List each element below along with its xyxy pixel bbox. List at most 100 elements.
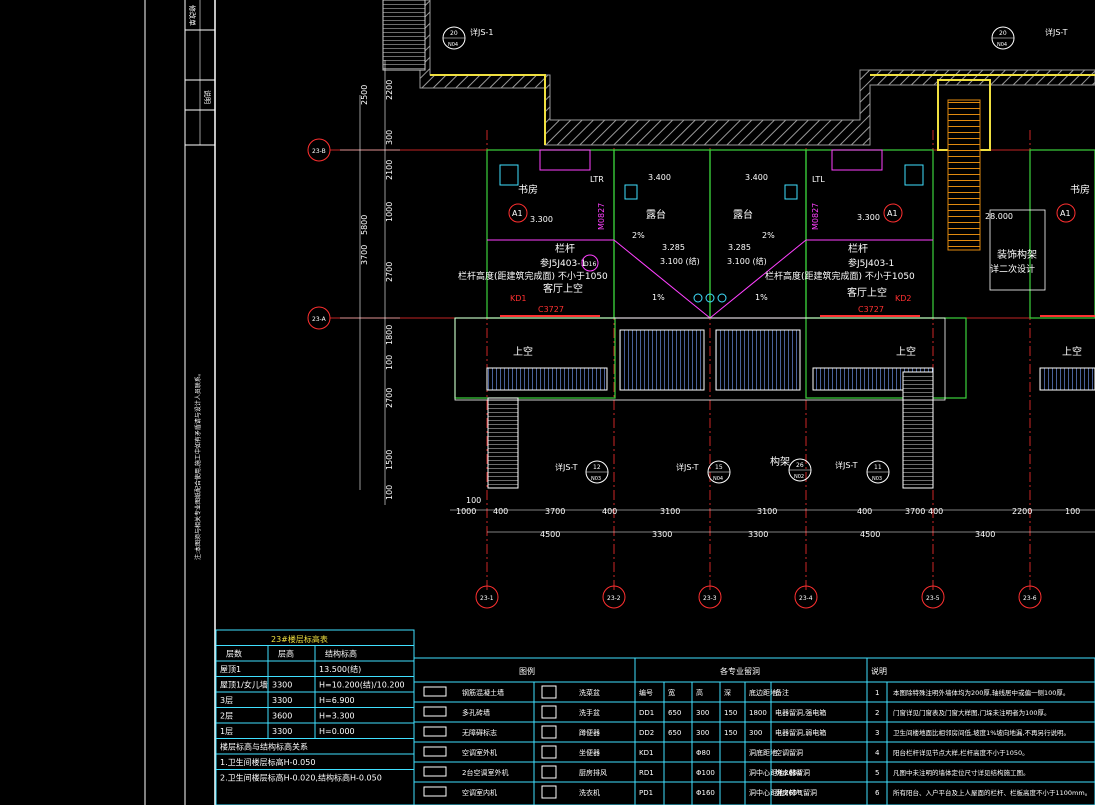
floor-table-cell: H=0.000 <box>319 727 355 736</box>
dim-left-label: 300 <box>385 130 394 145</box>
svg-text:1%: 1% <box>755 293 768 302</box>
floor-table-cell: 屋顶1 <box>220 665 241 674</box>
svg-text:3.400: 3.400 <box>648 173 671 182</box>
floor-table-header: 层高 <box>278 649 294 659</box>
svg-text:3.300: 3.300 <box>857 213 880 222</box>
svg-text:3.400: 3.400 <box>745 173 768 182</box>
legend-item: 坐便器 <box>579 748 600 757</box>
svg-text:2%: 2% <box>762 231 775 240</box>
note-number: 3 <box>875 729 879 737</box>
hole-table-cell: 300 <box>696 709 709 717</box>
deco-note: 详二次设计 <box>990 263 1035 275</box>
dim-left-label: 3700 <box>360 245 369 265</box>
dims-bottom-1: 1001000 400 3700 400 3100 3100 400 3700 400 2200 1… <box>456 496 1080 516</box>
hole-table-cell: Φ160 <box>696 789 715 797</box>
section-bubble-number: 15 <box>715 464 723 471</box>
section-bubble-sheet: N03 <box>591 476 601 482</box>
svg-text:详JS-T: 详JS-T <box>676 462 699 472</box>
floor-table-note: 1.卫生间楼层标高H-0.050 <box>220 757 315 767</box>
hole-table-cell: 300 <box>749 729 762 737</box>
dim-total-label: 3300 <box>748 530 768 539</box>
railing-left: 栏杆 <box>555 242 575 255</box>
hole-table-header: 深 <box>724 688 731 697</box>
section-bubble-sheet: N04 <box>997 42 1007 48</box>
tag-js-1: 详JS-1 <box>470 27 493 37</box>
svg-text:3.285: 3.285 <box>728 243 751 252</box>
dim-bottom-label: 3700 <box>905 507 925 516</box>
note-text: 凡图中未注明的墙体定位尺寸详见结构施工图。 <box>893 768 1030 777</box>
hole-table-cell: DD1 <box>639 709 654 717</box>
floor-table: 23#楼层标高表层数 层高 结构标高屋顶1 13.500(结) 屋顶1/女儿墙 3300 H… <box>215 629 415 805</box>
section-bubble-sheet: N04 <box>713 476 723 482</box>
floor-table-cell: 3层 <box>220 696 233 705</box>
hole-table-cell: DD2 <box>639 729 654 737</box>
note-text: 门窗详见门窗表及门窗大样图,门垛未注明者为100厚。 <box>893 708 1050 717</box>
frame-label: 构架 <box>770 455 790 468</box>
row-bubble-label: 23-A <box>312 316 327 323</box>
tag-kd1: KD1 <box>510 294 527 303</box>
room-void-far: 上空 <box>1062 345 1082 358</box>
dim-bottom-label: 1000 <box>456 507 476 516</box>
hole-table-cell: 1800 <box>749 709 767 717</box>
legend-item: 2台空调室外机 <box>462 768 508 777</box>
legend-symbol <box>541 745 557 759</box>
floor-table-cell: 3300 <box>272 681 292 690</box>
hole-table: 各专业留洞编号 宽 高 深 底边距地备注 DD1 650 300 150 1800 电器留洞,强电箱… <box>634 657 868 805</box>
stair-orange <box>947 99 981 251</box>
dim-left-label: 1500 <box>385 450 394 470</box>
deco-frame: 装饰构架 <box>997 248 1037 261</box>
floor-table-cell: 2层 <box>220 712 233 721</box>
tag-m2: M0827 <box>811 203 820 230</box>
hole-table-header: 底边距地 <box>749 688 777 697</box>
hole-table-cell: 650 <box>668 729 681 737</box>
hole-table-cell: 热水器留洞 <box>775 768 810 777</box>
floor-table-cell: 1层 <box>220 727 233 736</box>
note-text: 所有阳台、入户平台及上人屋面的栏杆、栏板高度不小于1100mm。 <box>893 788 1091 797</box>
hole-table-header: 高 <box>696 688 703 697</box>
axis-bubble-label: 23-5 <box>926 595 940 602</box>
legend-item: 洗菜盆 <box>579 688 600 697</box>
legend-item: 无障碍标志 <box>462 728 497 737</box>
tag-ltl: LTL <box>812 175 825 184</box>
notes-table: 说明 1 本图除特殊注明外墙体均为200厚,轴线居中或偏一侧100厚。 2 门窗详见门窗… <box>866 657 1095 805</box>
section-bubble-sheet: N02 <box>794 474 804 480</box>
notes-title: 说明 <box>871 666 887 676</box>
hole-table-cell: 厨房排气留洞 <box>775 788 817 797</box>
tag-a1: A1 <box>512 209 523 218</box>
hole-table-cell: RD1 <box>639 769 654 777</box>
dim-bottom-label: 400 <box>857 507 872 516</box>
dim-bottom-label: 3100 <box>757 507 777 516</box>
row-bubble-label: 23-B <box>312 148 326 155</box>
dims-left: 2500 2200 300 2100 1000 5800 3700 2700 1800 100 27… <box>360 80 394 500</box>
railing-note-right: 栏杆高度(距建筑完成面) 不小于1050 <box>765 270 915 282</box>
hole-table-cell: Φ80 <box>696 749 710 757</box>
hole-table-cell: PD1 <box>639 789 653 797</box>
tag-m1: M0827 <box>597 203 606 230</box>
axis-bubble-label: 23-6 <box>1023 595 1037 602</box>
room-void-right: 上空 <box>896 345 916 358</box>
legend-swatch <box>423 786 447 797</box>
hole-table-header: 宽 <box>668 688 675 697</box>
legend-symbol <box>541 725 557 739</box>
note-number: 5 <box>875 769 879 777</box>
section-bubble-sheet: N04 <box>448 42 458 48</box>
hole-table-cell: 洞底距地 <box>749 748 777 757</box>
hole-table-cell: 650 <box>668 709 681 717</box>
legend-item: 洗手盆 <box>579 708 600 717</box>
legend-swatch <box>423 686 447 697</box>
legend-swatch <box>423 766 447 777</box>
tag-c2: C3727 <box>858 305 884 314</box>
svg-text:28.000: 28.000 <box>985 212 1013 221</box>
hole-table-cell: 电器留洞,强电箱 <box>775 708 826 717</box>
svg-text:A1: A1 <box>887 209 898 218</box>
svg-text:3.300: 3.300 <box>530 215 553 224</box>
ref-right: 参J5J403-1 <box>848 257 894 269</box>
axis-bubble-label: 23-4 <box>799 595 813 602</box>
tag-c1: C3727 <box>538 305 564 314</box>
legend-item: 空调室外机 <box>462 748 497 757</box>
hole-table-cell: 空调留洞 <box>775 748 803 757</box>
floor-table-cell: H=10.200(结)/10.200 <box>319 680 405 690</box>
floor-plan-drawing[interactable]: 2500 220030021001000580037002700180010027… <box>0 0 1095 805</box>
dim-left-label: 2700 <box>385 388 394 408</box>
svg-text:详JS-T: 详JS-T <box>835 460 858 470</box>
